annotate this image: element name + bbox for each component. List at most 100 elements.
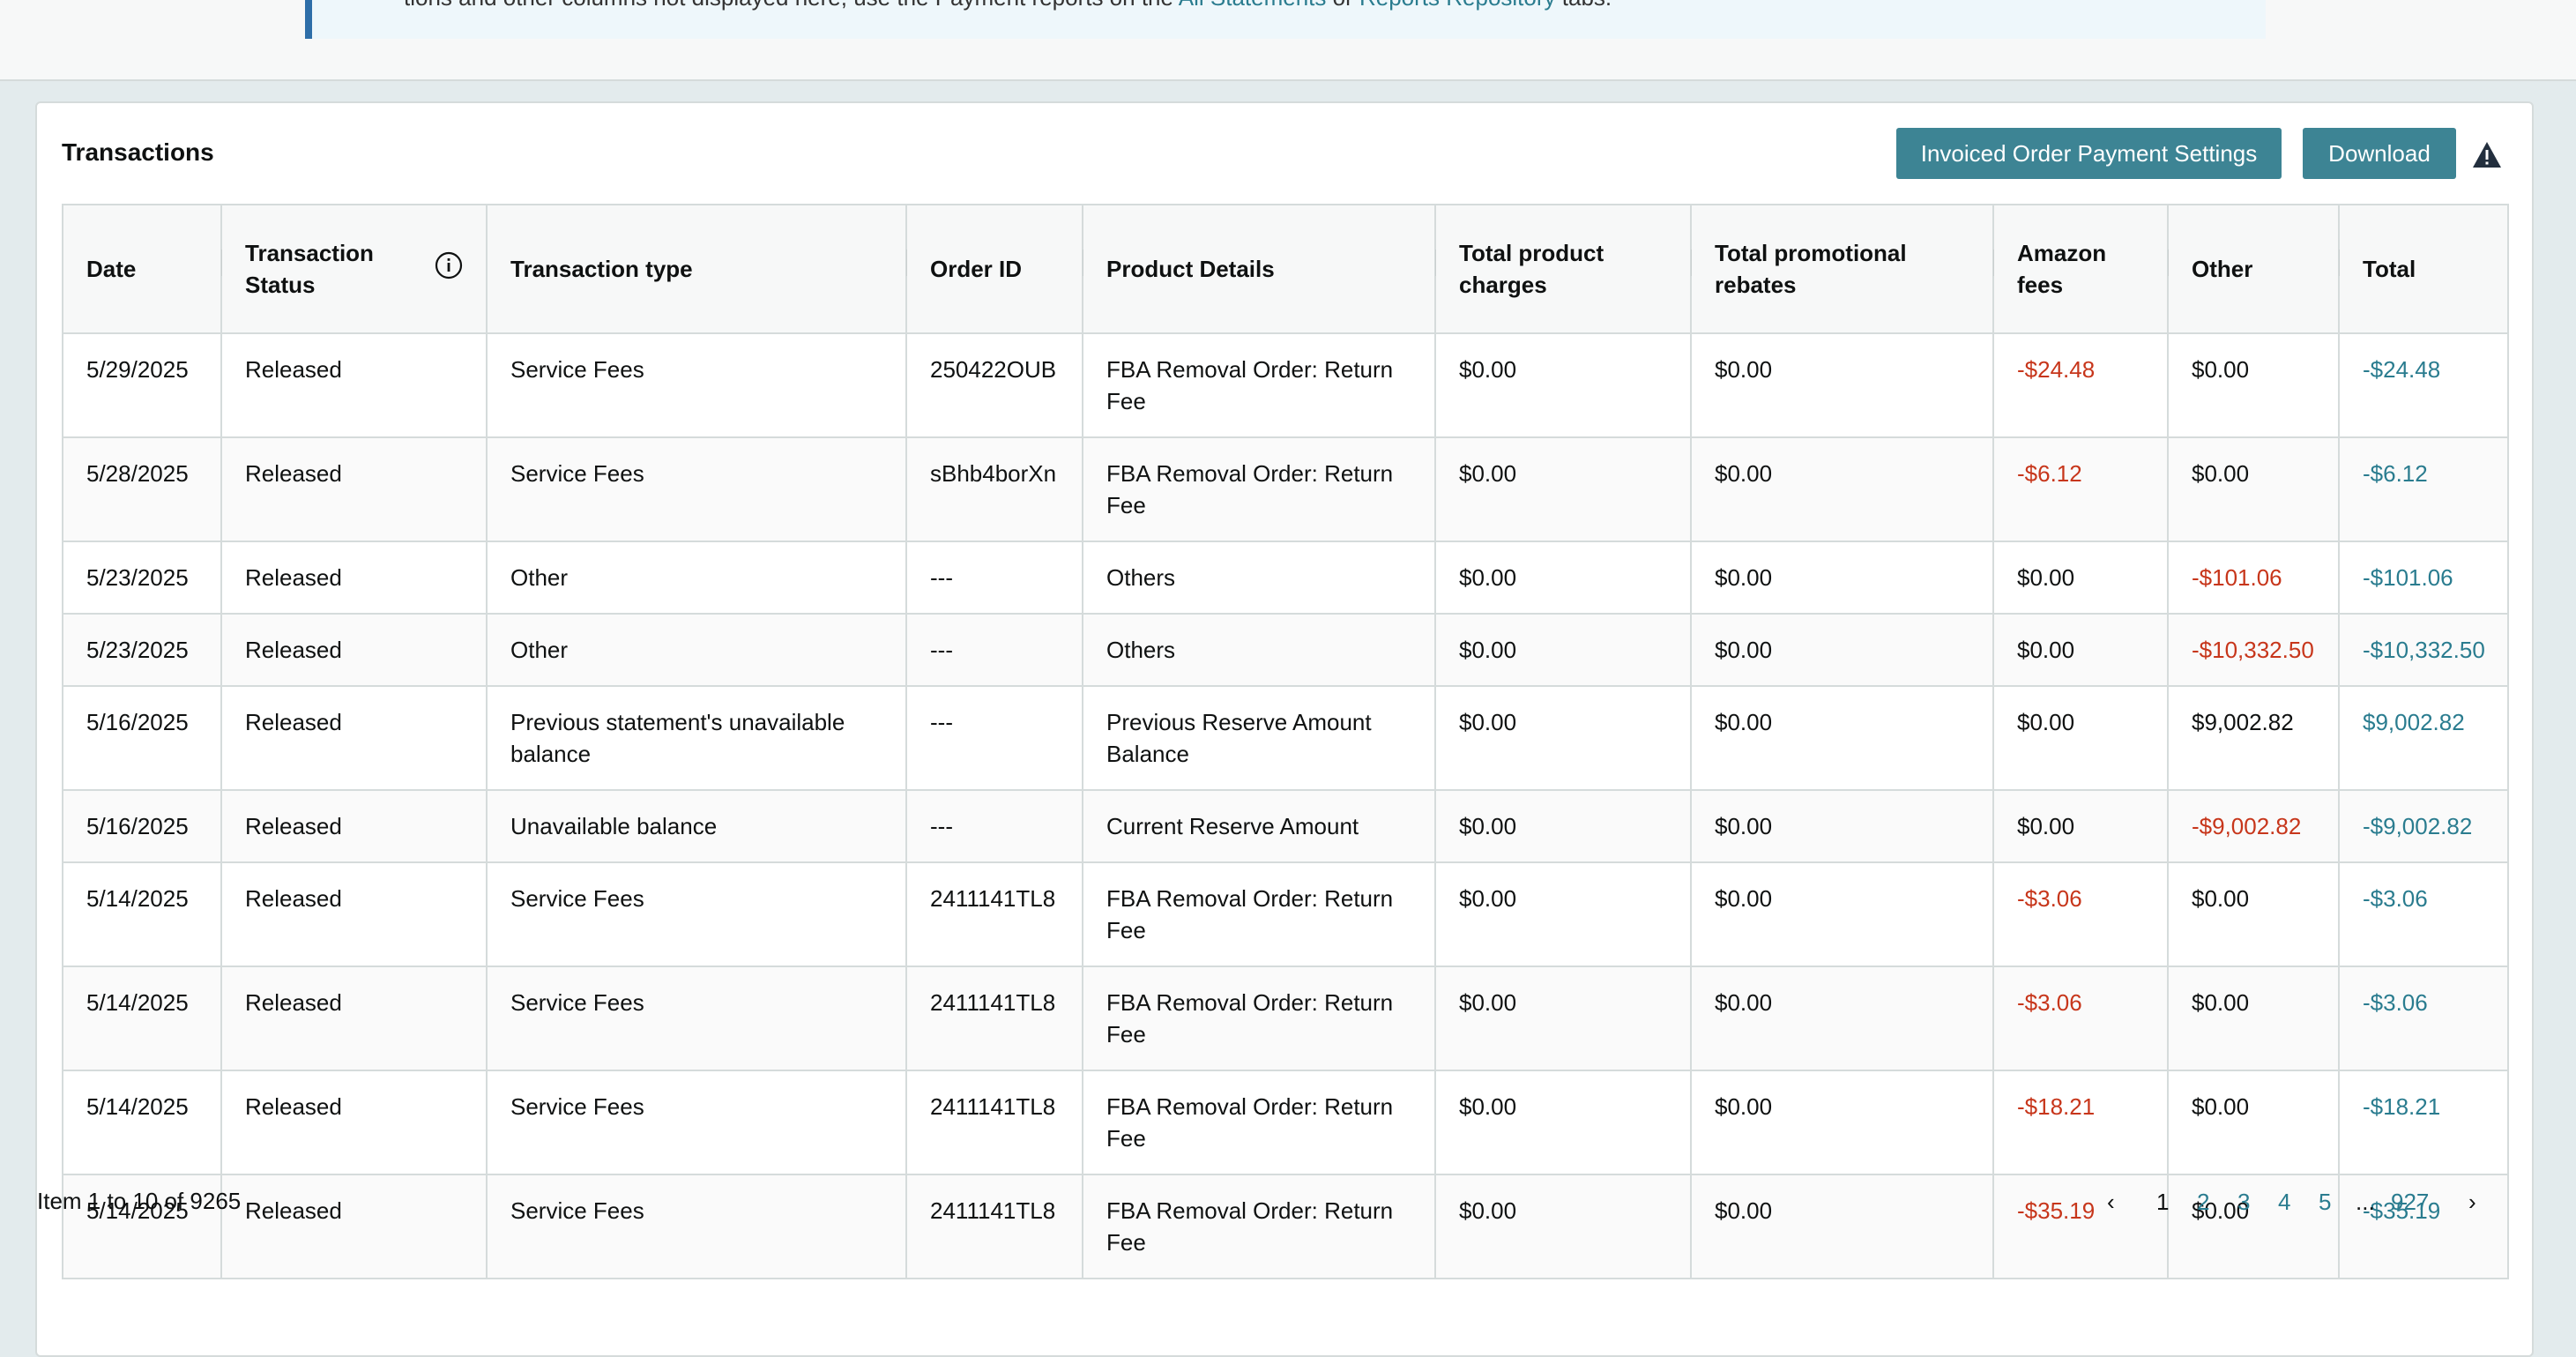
cell-other: $0.00 [2167, 436, 2340, 542]
cell-status: Released [220, 1070, 488, 1175]
cell-fees: $0.00 [1992, 613, 2169, 687]
cell-other: -$9,002.82 [2167, 789, 2340, 863]
download-button[interactable]: Download [2303, 128, 2456, 179]
cell-date: 5/14/2025 [62, 1070, 222, 1175]
table-row: 5/23/2025 Released Other --- Others $0.0… [62, 613, 2509, 687]
page-4-link[interactable]: 4 [2278, 1189, 2290, 1216]
cell-total: -$10,332.50 [2338, 613, 2509, 687]
header-order-id[interactable]: Order ID [905, 204, 1086, 334]
cell-order-id: --- [905, 789, 1083, 863]
table-row: 5/14/2025 Released Service Fees 2411141T… [62, 966, 2509, 1071]
transactions-table: Date Transaction Status Transaction type … [62, 204, 2509, 1279]
cell-product: Previous Reserve Amount Balance [1082, 685, 1436, 791]
cell-fees: -$3.06 [1992, 966, 2169, 1071]
header-total-promotional-rebates[interactable]: Total promotional rebates [1690, 204, 1997, 334]
cell-type: Service Fees [486, 436, 907, 542]
header-other[interactable]: Other [2167, 204, 2342, 334]
cell-charges: $0.00 [1434, 1070, 1692, 1175]
notice-text-mid: or [1326, 0, 1359, 11]
table-row: 5/16/2025 Released Unavailable balance -… [62, 789, 2509, 863]
cell-order-id: 2411141TL8 [905, 1070, 1083, 1175]
header-date[interactable]: Date [62, 204, 225, 334]
cell-status: Released [220, 966, 488, 1071]
cell-charges: $0.00 [1434, 685, 1692, 791]
transactions-card: Transactions Invoiced Order Payment Sett… [35, 101, 2534, 1357]
table-header-row: Date Transaction Status Transaction type … [62, 204, 2509, 334]
cell-other: $0.00 [2167, 332, 2340, 438]
cell-product: FBA Removal Order: Return Fee [1082, 332, 1436, 438]
cell-fees: $0.00 [1992, 789, 2169, 863]
all-statements-link[interactable]: All Statements [1179, 0, 1327, 11]
header-rebates-label-l2: rebates [1715, 272, 1797, 298]
page-2-link[interactable]: 2 [2197, 1189, 2209, 1216]
header-total-product-charges[interactable]: Total product charges [1434, 204, 1694, 334]
cell-product: Others [1082, 613, 1436, 687]
cell-type: Service Fees [486, 1174, 907, 1279]
cell-rebates: $0.00 [1690, 861, 1994, 967]
header-transaction-type[interactable]: Transaction type [486, 204, 910, 334]
header-amazon-fees[interactable]: Amazon fees [1992, 204, 2171, 334]
cell-date: 5/23/2025 [62, 613, 222, 687]
notice-text: tions and other columns not displayed he… [404, 0, 1612, 11]
cell-order-id: --- [905, 613, 1083, 687]
cell-type: Other [486, 541, 907, 615]
cell-charges: $0.00 [1434, 436, 1692, 542]
header-total-label: Total [2363, 256, 2416, 282]
cell-status: Released [220, 789, 488, 863]
cell-charges: $0.00 [1434, 1174, 1692, 1279]
warning-triangle-icon[interactable] [2472, 140, 2502, 170]
cell-total: -$9,002.82 [2338, 789, 2509, 863]
cell-rebates: $0.00 [1690, 541, 1994, 615]
info-notice: tions and other columns not displayed he… [305, 0, 2266, 39]
cell-product: Others [1082, 541, 1436, 615]
header-transaction-status[interactable]: Transaction Status [220, 204, 488, 334]
header-product-label: Product Details [1106, 256, 1275, 282]
invoiced-order-payment-settings-button[interactable]: Invoiced Order Payment Settings [1896, 128, 2282, 179]
cell-rebates: $0.00 [1690, 1070, 1994, 1175]
cell-fees: -$35.19 [1992, 1174, 2169, 1279]
cell-product: FBA Removal Order: Return Fee [1082, 966, 1436, 1071]
cell-product: FBA Removal Order: Return Fee [1082, 1174, 1436, 1279]
cell-charges: $0.00 [1434, 861, 1692, 967]
info-icon[interactable] [435, 251, 463, 280]
cell-type: Service Fees [486, 332, 907, 438]
header-status-label-l2: Status [245, 272, 316, 298]
table-row: 5/14/2025 Released Service Fees 2411141T… [62, 1070, 2509, 1175]
cell-charges: $0.00 [1434, 332, 1692, 438]
cell-charges: $0.00 [1434, 613, 1692, 687]
cell-total: -$3.06 [2338, 966, 2509, 1071]
chevron-right-icon[interactable]: › [2468, 1189, 2476, 1216]
cell-product: FBA Removal Order: Return Fee [1082, 861, 1436, 967]
cell-other: -$10,332.50 [2167, 613, 2340, 687]
page-5-link[interactable]: 5 [2319, 1189, 2331, 1216]
chevron-left-icon[interactable]: ‹ [2107, 1189, 2115, 1216]
table-row: 5/14/2025 Released Service Fees 2411141T… [62, 1174, 2509, 1279]
header-total[interactable]: Total [2338, 204, 2509, 334]
table-row: 5/29/2025 Released Service Fees 250422OU… [62, 332, 2509, 438]
reports-repository-link[interactable]: Reports Repository [1359, 0, 1556, 11]
cell-status: Released [220, 332, 488, 438]
header-product-details[interactable]: Product Details [1082, 204, 1439, 334]
cell-fees: -$3.06 [1992, 861, 2169, 967]
cell-date: 5/14/2025 [62, 861, 222, 967]
cell-date: 5/23/2025 [62, 541, 222, 615]
cell-total: -$18.21 [2338, 1070, 2509, 1175]
cell-total: -$3.06 [2338, 861, 2509, 967]
cell-date: 5/28/2025 [62, 436, 222, 542]
cell-product: Current Reserve Amount [1082, 789, 1436, 863]
cell-rebates: $0.00 [1690, 332, 1994, 438]
cell-date: 5/14/2025 [62, 966, 222, 1071]
cell-type: Service Fees [486, 966, 907, 1071]
header-order-id-label: Order ID [930, 256, 1023, 282]
header-charges-label-l1: Total product [1459, 240, 1604, 266]
cell-type: Unavailable balance [486, 789, 907, 863]
table-row: 5/28/2025 Released Service Fees sBhb4bor… [62, 436, 2509, 542]
cell-total: -$6.12 [2338, 436, 2509, 542]
page-927-link[interactable]: 927 [2391, 1189, 2429, 1216]
page-3-link[interactable]: 3 [2237, 1189, 2250, 1216]
cell-charges: $0.00 [1434, 789, 1692, 863]
cell-product: FBA Removal Order: Return Fee [1082, 1070, 1436, 1175]
cell-other: $0.00 [2167, 966, 2340, 1071]
cell-status: Released [220, 541, 488, 615]
cell-date: 5/29/2025 [62, 332, 222, 438]
